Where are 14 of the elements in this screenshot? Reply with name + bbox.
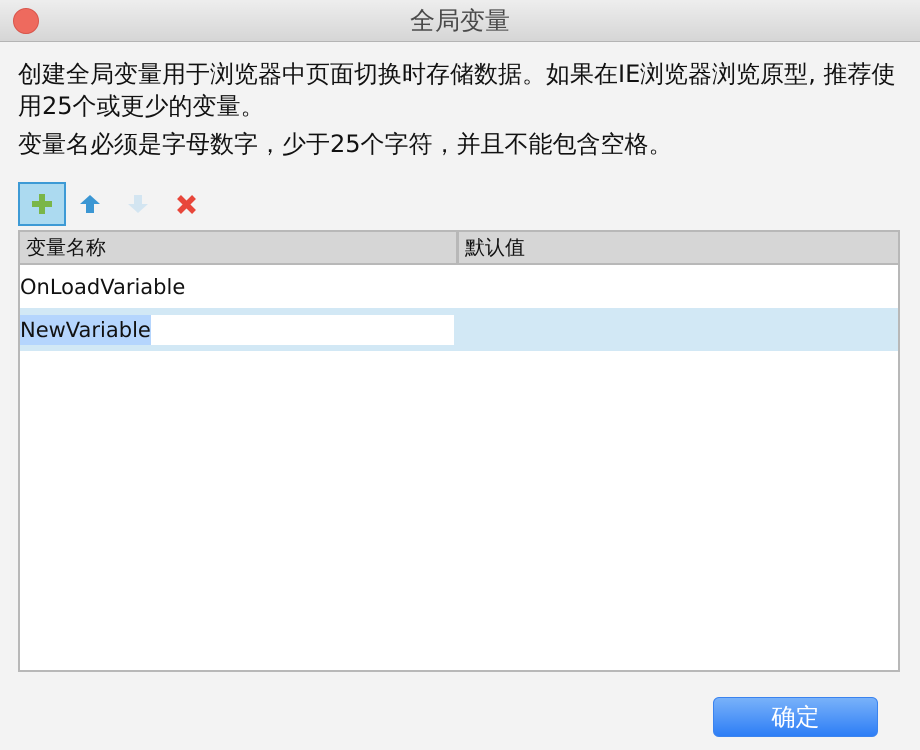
column-header[interactable]: 变量名称: [20, 232, 456, 263]
x-icon: [176, 194, 196, 214]
close-button[interactable]: [13, 8, 39, 34]
name-cell: OnLoadVariable: [20, 274, 186, 298]
up-arrow-icon: [80, 195, 100, 213]
down-arrow-icon: [128, 195, 148, 213]
column-header[interactable]: 默认值: [459, 232, 898, 263]
add-button[interactable]: [18, 182, 66, 226]
table-row[interactable]: NewVariable: [20, 308, 898, 351]
name-field[interactable]: NewVariable: [20, 314, 454, 344]
description-text: 创建全局变量用于浏览器中页面切换时存储数据。如果在IE浏览器浏览原型, 推荐使用25个或更少的变量。: [18, 59, 896, 122]
plus-icon: [32, 194, 52, 214]
description-text: 变量名必须是字母数字，少于25个字符，并且不能包含空格。: [18, 129, 674, 160]
window-title: 全局变量: [410, 5, 510, 37]
